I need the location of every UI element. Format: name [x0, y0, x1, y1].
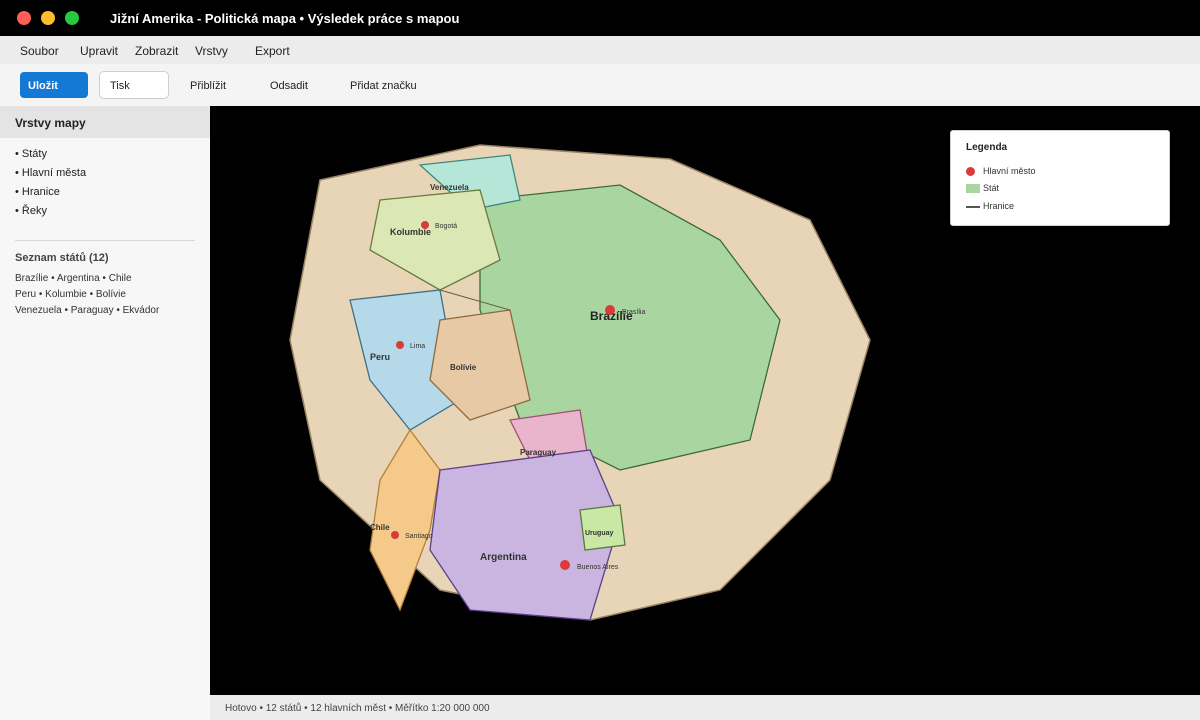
- map-legend: Legenda Hlavní město Stát Hranice: [950, 130, 1170, 226]
- layer-item-capitals[interactable]: • Hlavní města: [15, 167, 86, 186]
- legend-title: Legenda: [966, 142, 1008, 153]
- menu-edit[interactable]: Upravit: [80, 44, 118, 58]
- legend-row-state: Stát: [966, 183, 999, 195]
- minimize-window-button[interactable]: [41, 11, 55, 25]
- menu-file[interactable]: Soubor: [20, 44, 59, 58]
- label-paraguay: Paraguay: [520, 448, 557, 457]
- zoom-out-button[interactable]: Odsadit: [270, 80, 308, 92]
- zoom-in-button[interactable]: Přiblížit: [190, 80, 226, 92]
- capital-dot-icon: [966, 167, 975, 177]
- countries-line: Brazílie • Argentina • Chile: [15, 273, 132, 284]
- print-button[interactable]: Tisk: [99, 71, 169, 99]
- label-bolivia: Bolívie: [450, 363, 477, 372]
- capital-label-buenos-aires: Buenos Aires: [577, 564, 619, 571]
- countries-list: Brazílie • Argentina • Chile Peru • Kolu…: [15, 273, 159, 321]
- menu-bar: Soubor Upravit Zobrazit Vrstvy Export: [0, 36, 1200, 64]
- menu-export[interactable]: Export: [255, 44, 290, 58]
- legend-label-state: Stát: [983, 183, 1000, 193]
- label-uruguay: Uruguay: [585, 530, 614, 537]
- country-uruguay[interactable]: [579, 504, 626, 551]
- countries-line: Peru • Kolumbie • Bolívie: [15, 289, 126, 300]
- capital-marker-bogota[interactable]: [421, 221, 429, 229]
- legend-row-border: Hranice: [966, 201, 1014, 213]
- sidebar-header: Vrstvy mapy: [0, 106, 210, 138]
- legend-row-capital: Hlavní město: [966, 166, 1036, 178]
- layer-item-rivers[interactable]: • Řeky: [15, 205, 86, 224]
- maximize-window-button[interactable]: [65, 11, 79, 25]
- capital-marker-santiago[interactable]: [391, 531, 399, 539]
- sidebar: Vrstvy mapy • Státy • Hlavní města • Hra…: [0, 106, 210, 720]
- toolbar: Uložit Tisk Přiblížit Odsadit Přidat zna…: [0, 64, 1200, 106]
- close-window-button[interactable]: [17, 11, 31, 25]
- menu-view[interactable]: Zobrazit: [135, 44, 178, 58]
- title-bar: Jižní Amerika - Politická mapa • Výslede…: [0, 0, 1200, 36]
- label-peru: Peru: [370, 352, 390, 362]
- layer-item-borders[interactable]: • Hranice: [15, 186, 86, 205]
- window-title: Jižní Amerika - Politická mapa • Výslede…: [110, 11, 460, 26]
- label-venezuela: Venezuela: [430, 183, 469, 192]
- label-chile: Chile: [370, 523, 390, 532]
- countries-line: Venezuela • Paraguay • Ekvádor: [15, 305, 160, 316]
- capital-marker-buenos-aires[interactable]: [560, 560, 570, 570]
- state-swatch-icon: [966, 184, 980, 194]
- legend-label-border: Hranice: [983, 201, 1015, 211]
- capital-label-bogota: Bogotá: [435, 223, 457, 230]
- capital-label-brasilia: Brasília: [622, 309, 645, 316]
- border-line-icon: [966, 205, 980, 208]
- save-button[interactable]: Uložit: [20, 72, 88, 98]
- capital-marker-brasilia[interactable]: [605, 305, 615, 315]
- capital-label-santiago: Santiago: [405, 533, 433, 540]
- add-marker-button[interactable]: Přidat značku: [350, 80, 417, 92]
- status-bar: Hotovo • 12 států • 12 hlavních měst • M…: [210, 695, 1200, 720]
- layer-list: • Státy • Hlavní města • Hranice • Řeky: [15, 148, 86, 224]
- countries-list-title: Seznam států (12): [15, 252, 109, 264]
- menu-layers[interactable]: Vrstvy: [195, 44, 228, 58]
- capital-marker-lima[interactable]: [396, 341, 404, 349]
- sidebar-divider: [15, 240, 195, 241]
- capital-label-lima: Lima: [410, 343, 425, 350]
- label-argentina: Argentina: [480, 552, 527, 563]
- legend-label-capital: Hlavní město: [983, 166, 1036, 176]
- map-canvas[interactable]: Venezuela Kolumbie Brazílie Peru Bolívie…: [210, 106, 1200, 695]
- layer-item-states[interactable]: • Státy: [15, 148, 86, 167]
